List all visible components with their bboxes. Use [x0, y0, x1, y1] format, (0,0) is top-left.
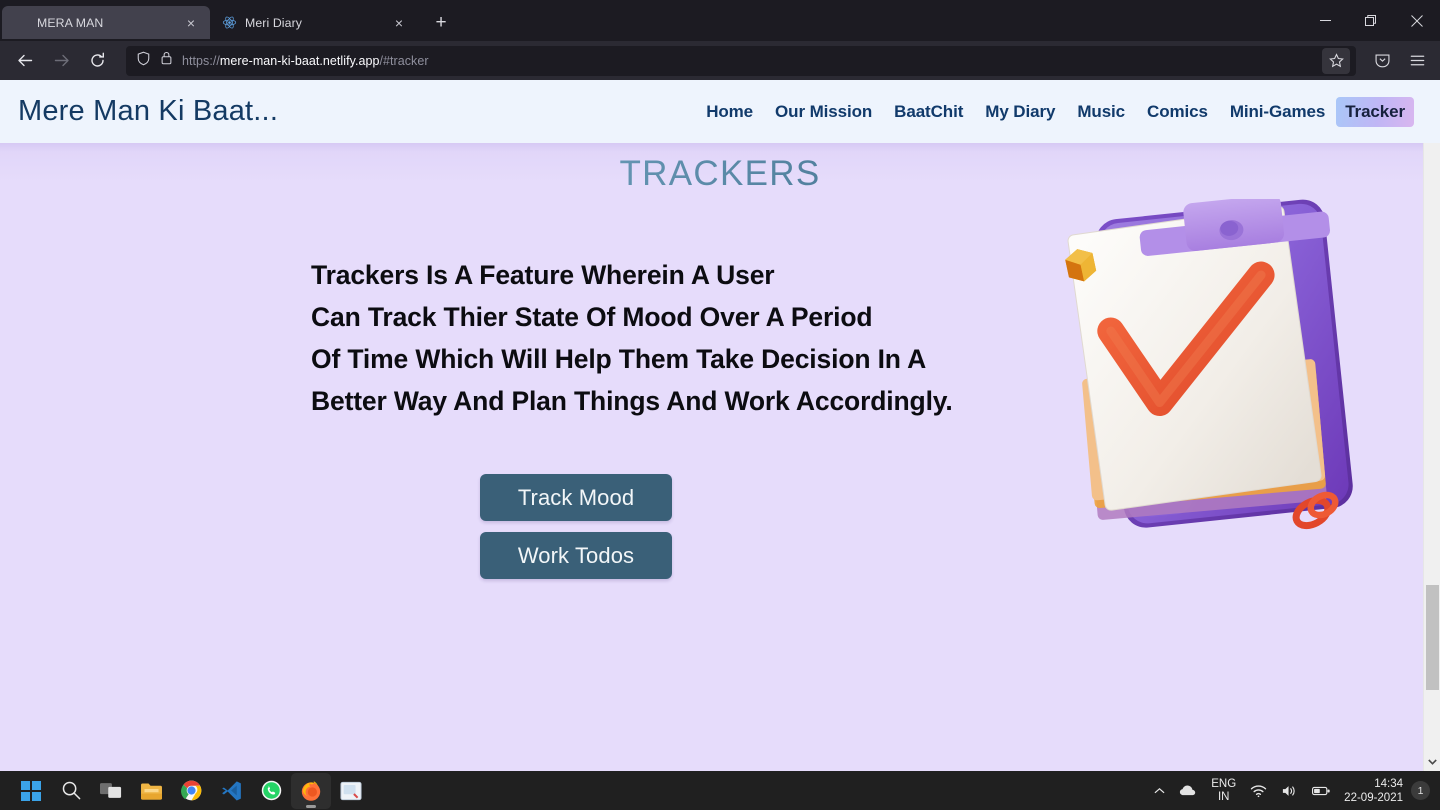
wifi-icon[interactable]	[1243, 776, 1274, 806]
start-button[interactable]	[11, 773, 51, 809]
battery-icon[interactable]	[1305, 776, 1338, 806]
clock[interactable]: 14:34 22-09-2021	[1338, 777, 1411, 805]
nav-item-my-diary[interactable]: My Diary	[974, 98, 1066, 126]
page-scrollbar[interactable]	[1423, 80, 1440, 771]
page-content: TRACKERS Trackers Is A Feature Wherein A…	[0, 143, 1440, 771]
browser-tab-meri-diary[interactable]: Meri Diary ×	[210, 6, 418, 39]
shield-icon[interactable]	[136, 51, 151, 71]
visual-studio-code-icon[interactable]	[211, 773, 251, 809]
description-line: Better Way And Plan Things And Work Acco…	[311, 386, 953, 416]
clipboard-checkmark-3d-illustration	[1052, 194, 1392, 569]
chevron-up-icon[interactable]	[1147, 776, 1172, 806]
browser-window: MERA MAN × Meri Diary × + https://mere-m…	[0, 0, 1440, 771]
firefox-icon[interactable]	[291, 772, 331, 809]
url-text: https://mere-man-ki-baat.netlify.app/#tr…	[182, 53, 429, 68]
system-tray: ENG IN 14:34 22-09-2021 1	[1147, 776, 1440, 806]
windows-taskbar: ENG IN 14:34 22-09-2021 1	[0, 771, 1440, 810]
address-bar[interactable]: https://mere-man-ki-baat.netlify.app/#tr…	[126, 45, 1356, 76]
close-icon[interactable]	[1394, 0, 1440, 41]
nav-item-home[interactable]: Home	[695, 98, 764, 126]
description-line: Can Track Thier State Of Mood Over A Per…	[311, 302, 873, 332]
description-line: Of Time Which Will Help Them Take Decisi…	[311, 344, 927, 374]
back-arrow-icon[interactable]	[8, 46, 42, 76]
nav-item-music[interactable]: Music	[1066, 98, 1136, 126]
star-icon[interactable]	[1322, 47, 1350, 74]
site-header: Mere Man Ki Baat... Home Our Mission Baa…	[0, 80, 1440, 143]
notification-badge[interactable]: 1	[1411, 781, 1430, 800]
lock-icon[interactable]	[160, 51, 173, 70]
tracker-section: Trackers Is A Feature Wherein A User Can…	[0, 194, 1440, 579]
main-navigation: Home Our Mission BaatChit My Diary Music…	[695, 96, 1440, 127]
work-todos-button[interactable]: Work Todos	[480, 532, 672, 579]
language-indicator[interactable]: ENG IN	[1204, 778, 1243, 804]
scrollbar-thumb[interactable]	[1426, 585, 1439, 690]
running-indicator	[306, 804, 316, 808]
description-line: Trackers Is A Feature Wherein A User	[311, 260, 775, 290]
tab-close-icon[interactable]: ×	[389, 13, 409, 33]
cloud-icon[interactable]	[1172, 776, 1204, 806]
react-icon	[221, 15, 237, 31]
minimize-icon[interactable]	[1302, 0, 1348, 41]
tab-favicon-placeholder	[13, 15, 29, 31]
reload-icon[interactable]	[80, 46, 114, 76]
hamburger-menu-icon[interactable]	[1402, 46, 1432, 76]
google-chrome-icon[interactable]	[171, 773, 211, 809]
clock-date: 22-09-2021	[1344, 791, 1403, 804]
tracker-text-column: Trackers Is A Feature Wherein A User Can…	[0, 194, 1060, 579]
language-line-2: IN	[1217, 790, 1230, 803]
nav-item-our-mission[interactable]: Our Mission	[764, 98, 883, 126]
track-mood-button[interactable]: Track Mood	[480, 474, 672, 521]
tab-title: MERA MAN	[37, 15, 104, 30]
page-viewport: Mere Man Ki Baat... Home Our Mission Baa…	[0, 80, 1440, 771]
tab-title: Meri Diary	[245, 15, 303, 30]
search-icon[interactable]	[51, 773, 91, 809]
browser-toolbar: https://mere-man-ki-baat.netlify.app/#tr…	[0, 41, 1440, 80]
nav-item-mini-games[interactable]: Mini-Games	[1219, 98, 1336, 126]
nav-item-tracker[interactable]: Tracker	[1336, 96, 1414, 127]
nav-item-baatchit[interactable]: BaatChit	[883, 98, 974, 126]
whatsapp-icon[interactable]	[251, 773, 291, 809]
task-view-icon[interactable]	[91, 773, 131, 809]
tab-strip: MERA MAN × Meri Diary × +	[0, 0, 1440, 41]
tab-close-icon[interactable]: ×	[181, 13, 201, 33]
new-tab-button[interactable]: +	[426, 8, 456, 38]
pocket-save-icon[interactable]	[1367, 46, 1397, 76]
language-line-1: ENG	[1211, 777, 1237, 790]
clock-time: 14:34	[1374, 777, 1403, 790]
scroll-down-arrow-icon[interactable]	[1424, 754, 1440, 770]
nav-item-comics[interactable]: Comics	[1136, 98, 1219, 126]
snipping-tool-icon[interactable]	[331, 773, 371, 809]
file-explorer-icon[interactable]	[131, 773, 171, 809]
speaker-icon[interactable]	[1274, 776, 1305, 806]
window-controls	[1302, 0, 1440, 41]
taskbar-apps	[11, 772, 371, 809]
tracker-description: Trackers Is A Feature Wherein A User Can…	[2, 254, 1060, 422]
page-title: TRACKERS	[0, 143, 1440, 194]
site-logo[interactable]: Mere Man Ki Baat...	[18, 95, 278, 128]
forward-arrow-icon[interactable]	[44, 46, 78, 76]
browser-tab-mera-man[interactable]: MERA MAN ×	[2, 6, 210, 39]
restore-icon[interactable]	[1348, 0, 1394, 41]
tracker-actions: Track Mood Work Todos	[2, 474, 1060, 579]
